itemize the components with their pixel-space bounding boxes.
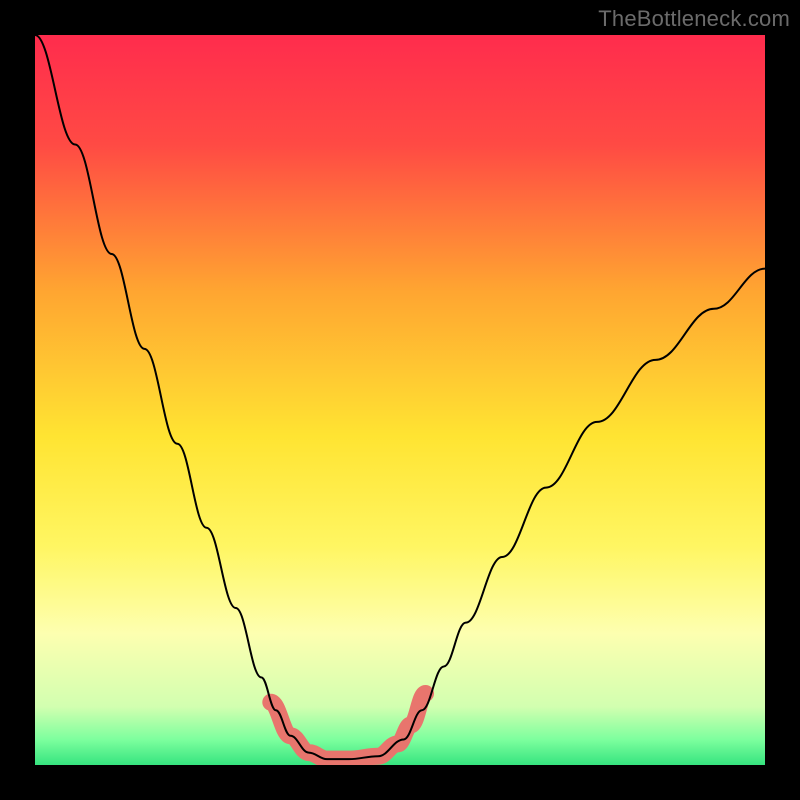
chart-frame: TheBottleneck.com bbox=[0, 0, 800, 800]
gradient-background bbox=[35, 35, 765, 765]
plot-area bbox=[35, 35, 765, 765]
watermark-text: TheBottleneck.com bbox=[598, 6, 790, 32]
chart-svg bbox=[35, 35, 765, 765]
